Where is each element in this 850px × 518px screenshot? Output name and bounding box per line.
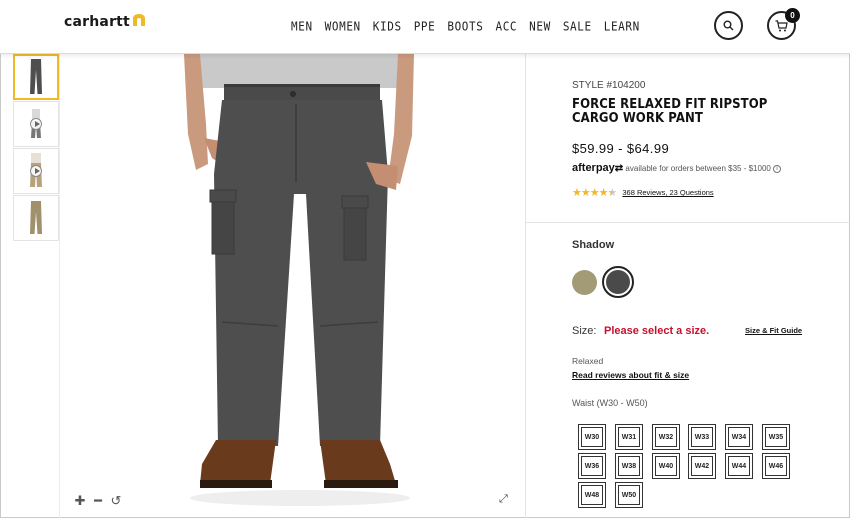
size-option-w32[interactable]: W32 — [652, 424, 680, 450]
thumbnail-tan-view[interactable] — [13, 195, 59, 241]
size-label: Size: — [572, 325, 597, 337]
star-icon: ★ — [598, 187, 609, 199]
size-option-w40[interactable]: W40 — [652, 453, 680, 479]
star-icon: ★ — [589, 187, 600, 199]
column-divider — [525, 54, 526, 518]
star-icon: ★ — [572, 187, 582, 199]
nav-item-women[interactable]: WOMEN — [325, 19, 361, 34]
pant-thumbnail-icon — [30, 201, 42, 234]
nav-item-new[interactable]: NEW — [529, 19, 551, 34]
size-option-w35[interactable]: W35 — [762, 424, 790, 450]
zoom-controls: ✚ ━ ↺ — [74, 493, 122, 509]
size-option-w38[interactable]: W38 — [615, 453, 643, 479]
product-rating: ★★★★★ 368 Reviews, 23 Questions — [572, 186, 714, 199]
play-icon — [30, 165, 42, 177]
cart-count-badge: 0 — [785, 8, 800, 23]
reviews-link[interactable]: 368 Reviews, 23 Questions — [622, 188, 713, 197]
thumbnail-video-2[interactable] — [13, 148, 59, 194]
thumbnail-front-view[interactable] — [13, 54, 59, 100]
size-option-w30[interactable]: W30 — [578, 424, 606, 450]
afterpay-info: afterpay⇄ available for orders between $… — [572, 162, 792, 175]
size-option-w36[interactable]: W36 — [578, 453, 606, 479]
fit-reviews-link[interactable]: Read reviews about fit & size — [572, 370, 689, 380]
color-swatch-tan[interactable] — [572, 270, 597, 295]
pant-thumbnail-icon — [30, 59, 42, 94]
nav-item-kids[interactable]: KIDS — [373, 19, 402, 34]
zoom-out-icon[interactable]: ━ — [92, 493, 104, 509]
nav-item-ppe[interactable]: PPE — [414, 19, 436, 34]
size-error-message: Please select a size. — [604, 325, 710, 337]
size-option-w44[interactable]: W44 — [725, 453, 753, 479]
size-option-w31[interactable]: W31 — [615, 424, 643, 450]
brand-logo[interactable]: carhartt — [64, 14, 146, 30]
search-icon — [723, 20, 734, 31]
expand-icon[interactable]: ⤢ — [499, 493, 508, 506]
star-icon: ★ — [607, 187, 618, 199]
play-icon — [30, 118, 42, 130]
nav-item-men[interactable]: MEN — [291, 19, 313, 34]
size-option-w50[interactable]: W50 — [615, 482, 643, 508]
nav-item-learn[interactable]: LEARN — [604, 19, 640, 34]
size-option-w48[interactable]: W48 — [578, 482, 606, 508]
size-option-w33[interactable]: W33 — [688, 424, 716, 450]
reset-zoom-icon[interactable]: ↺ — [110, 493, 122, 509]
color-swatch-shadow[interactable] — [606, 270, 630, 294]
cart-button[interactable]: 0 — [767, 8, 800, 40]
selected-color-name: Shadow — [572, 239, 615, 251]
product-title: FORCE RELAXED FIT RIPSTOP CARGO WORK PAN… — [572, 97, 768, 126]
site-header: carhartt MEN WOMEN KIDS PPE BOOTS ACC NE… — [0, 0, 850, 54]
afterpay-arrows-icon: ⇄ — [614, 163, 624, 174]
zoom-in-icon[interactable]: ✚ — [74, 493, 86, 509]
star-icon: ★ — [580, 187, 591, 199]
waist-range-label: Waist (W30 - W50) — [572, 398, 648, 408]
nav-item-sale[interactable]: SALE — [563, 19, 592, 34]
size-option-w34[interactable]: W34 — [725, 424, 753, 450]
nav-item-boots[interactable]: BOOTS — [447, 19, 483, 34]
carhartt-c-icon — [132, 14, 145, 26]
nav-item-acc[interactable]: ACC — [495, 19, 517, 34]
afterpay-text: available for orders between $35 - $1000 — [625, 164, 771, 173]
cart-icon — [775, 19, 788, 31]
size-guide-link[interactable]: Size & Fit Guide — [745, 326, 802, 335]
thumbnail-strip — [13, 54, 60, 242]
product-price: $59.99 - $64.99 — [572, 141, 670, 156]
main-nav: MEN WOMEN KIDS PPE BOOTS ACC NEW SALE LE… — [291, 19, 652, 34]
afterpay-logo: afterpay — [572, 162, 615, 174]
star-rating: ★★★★★ — [572, 186, 618, 199]
size-option-w42[interactable]: W42 — [688, 453, 716, 479]
gallery-divider — [59, 54, 60, 518]
thumbnail-video-1[interactable] — [13, 101, 59, 147]
brand-wordmark: carhartt — [64, 14, 130, 30]
fit-type: Relaxed — [572, 356, 604, 366]
search-button[interactable] — [714, 11, 743, 40]
product-style-number: STYLE #104200 — [572, 80, 646, 91]
main-product-image[interactable] — [160, 54, 440, 518]
info-icon[interactable]: i — [773, 164, 782, 173]
size-option-w46[interactable]: W46 — [762, 453, 790, 479]
panel-divider — [526, 222, 850, 223]
